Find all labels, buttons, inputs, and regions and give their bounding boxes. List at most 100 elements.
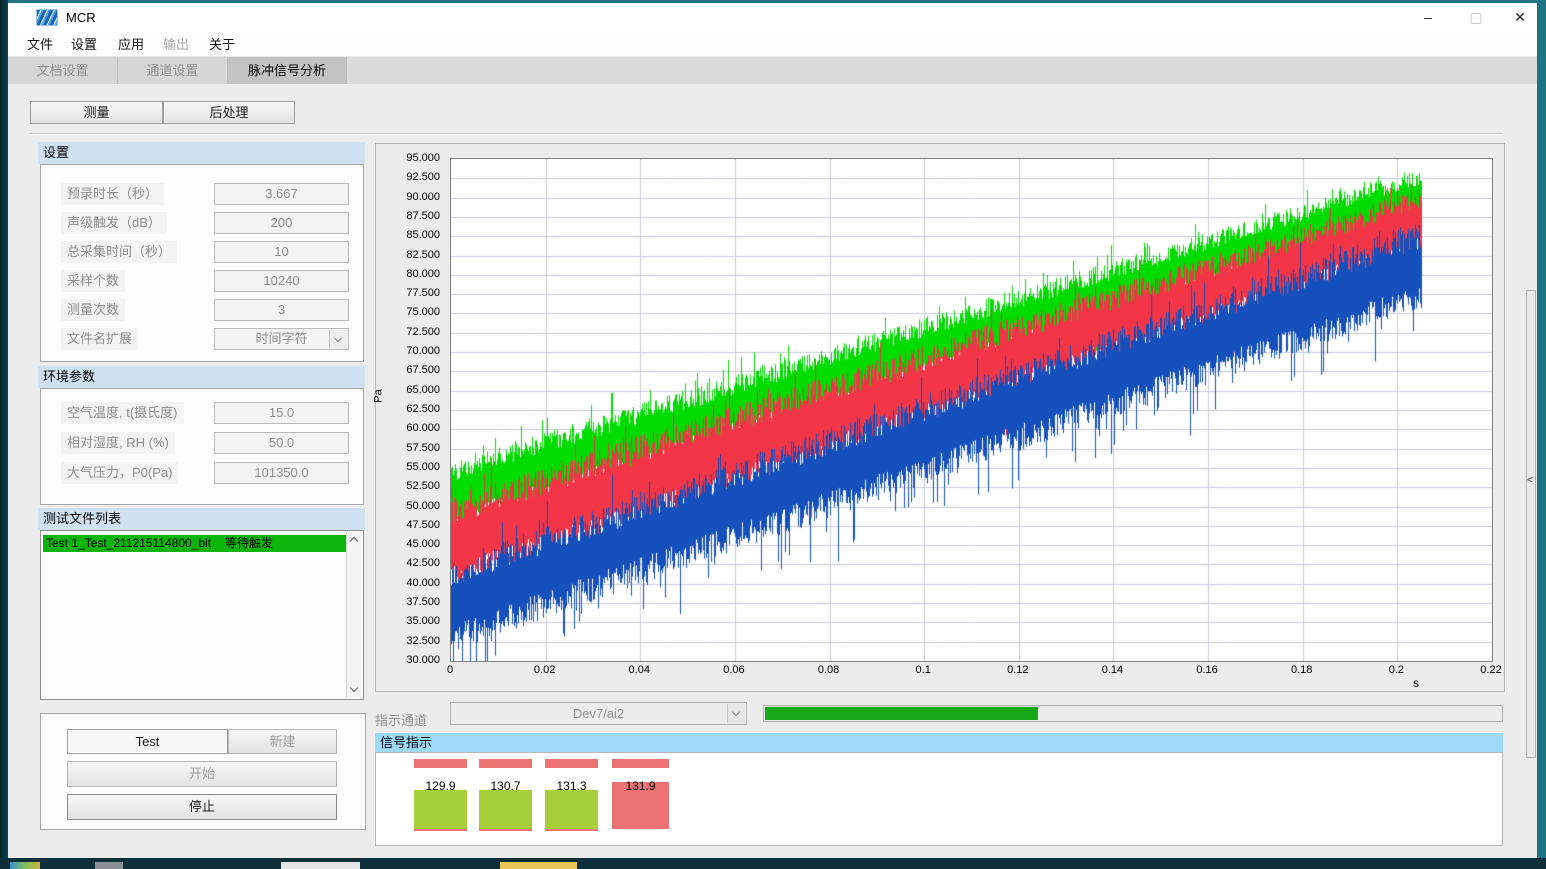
y-tick-label: 95.000 [406,152,440,164]
signal-level-block [479,790,532,829]
air-temp-label: 空气温度, t(摄氏度) [61,402,184,424]
filename-ext-label: 文件名扩展 [61,328,138,350]
y-tick-label: 85.000 [406,229,440,241]
tab-channel-settings[interactable]: 通道设置 [118,57,228,84]
maximize-button[interactable]: ▢ [1459,3,1493,32]
window-left-border [0,0,8,869]
collapse-panel-handle[interactable]: < [1526,290,1536,758]
close-button[interactable]: ✕ [1503,3,1537,32]
total-time-field[interactable]: 10 [214,241,349,263]
app-icon [36,9,58,26]
prerecord-label: 预录时长（秒） [61,183,164,205]
desktop: MCR – ▢ ✕ 文件 设置 应用 输出 关于 文档设置 通道设置 脉冲信号分… [0,0,1546,869]
y-tick-label: 77.500 [406,287,440,299]
taskbar-icon[interactable] [281,862,360,869]
signal-panel-title: 信号指示 [375,733,1503,752]
app-window: MCR – ▢ ✕ 文件 设置 应用 输出 关于 文档设置 通道设置 脉冲信号分… [8,3,1537,858]
x-tick-label: 0.1 [916,664,931,676]
signal-value: 131.3 [545,779,598,793]
threshold-marker [545,759,598,768]
y-tick-label: 40.000 [406,577,440,589]
test-name-button[interactable]: Test [67,729,228,754]
signal-indicator-1: 129.9 [414,753,467,847]
signal-indicator-4: 131.9 [612,753,669,847]
window-title: MCR [66,10,96,25]
x-tick-label: 0.08 [818,664,839,676]
chevron-down-icon[interactable] [727,704,745,723]
test-file-list[interactable]: Test 1_Test_211215114800_blt等待触发 [40,530,364,700]
y-tick-label: 52.500 [406,480,440,492]
postprocess-button[interactable]: 后处理 [163,101,295,124]
start-button[interactable]: 开始 [67,761,337,787]
taskbar-icon[interactable] [10,862,40,869]
y-tick-label: 70.000 [406,345,440,357]
measure-times-field[interactable]: 3 [214,299,349,321]
file-list-scrollbar[interactable] [346,532,362,698]
tab-strip: 文档设置 通道设置 脉冲信号分析 [8,57,1537,84]
y-tick-label: 72.500 [406,326,440,338]
acquisition-progress-bar [763,705,1503,722]
separator-line [30,133,1503,135]
signal-indicator-panel: 129.9 130.7 131.3 131.9 [375,752,1503,846]
total-time-label: 总采集时间（秒） [61,241,177,263]
y-tick-label: 90.000 [406,191,440,203]
list-item[interactable]: Test 1_Test_211215114800_blt等待触发 [43,535,346,552]
run-controls-box: Test 新建 开始 停止 [40,713,366,830]
tab-pulse-analysis[interactable]: 脉冲信号分析 [228,57,347,84]
menu-app[interactable]: 应用 [107,32,155,57]
humidity-field[interactable]: 50.0 [214,432,349,454]
chevron-down-icon[interactable] [329,330,347,348]
signal-value: 129.9 [414,779,467,793]
y-tick-label: 35.000 [406,615,440,627]
scroll-up-icon[interactable] [347,532,362,548]
pressure-field[interactable]: 101350.0 [214,462,349,484]
tab-doc-settings[interactable]: 文档设置 [8,57,118,84]
trigger-level-field[interactable]: 200 [214,212,349,234]
scroll-down-icon[interactable] [347,682,362,698]
signal-level-block [414,790,467,829]
filename-ext-value: 时间字符 [255,331,307,346]
stop-button[interactable]: 停止 [67,794,337,820]
y-tick-label: 87.500 [406,210,440,222]
filename-ext-dropdown[interactable]: 时间字符 [214,328,349,350]
new-button[interactable]: 新建 [228,729,337,754]
taskbar-icon[interactable] [500,862,577,869]
y-tick-label: 82.500 [406,249,440,261]
env-group-box: 空气温度, t(摄氏度) 15.0 相对湿度, RH (%) 50.0 大气压力… [40,388,364,505]
chart-panel: 95.00092.50090.00087.50085.00082.50080.0… [375,143,1505,692]
x-axis-label: s [1413,676,1419,690]
y-tick-label: 67.500 [406,364,440,376]
y-tick-label: 32.500 [406,635,440,647]
settings-group-box: 预录时长（秒） 3.667 声级触发（dB） 200 总采集时间（秒） 10 采… [40,164,364,362]
indicator-channel-dropdown[interactable]: Dev7/ai2 [450,702,747,725]
x-tick-label: 0.06 [723,664,744,676]
air-temp-field[interactable]: 15.0 [214,402,349,424]
y-tick-label: 50.000 [406,500,440,512]
menu-settings[interactable]: 设置 [60,32,108,57]
minimize-button[interactable]: – [1411,3,1445,32]
measure-times-label: 测量次数 [61,299,125,321]
menu-about[interactable]: 关于 [198,32,246,57]
humidity-label: 相对湿度, RH (%) [61,432,175,454]
measure-button[interactable]: 测量 [30,101,163,124]
menu-file[interactable]: 文件 [16,32,64,57]
signal-indicator-3: 131.3 [545,753,598,847]
prerecord-field[interactable]: 3.667 [214,183,349,205]
progress-fill [765,707,1038,720]
y-tick-label: 57.500 [406,442,440,454]
title-bar[interactable]: MCR – ▢ ✕ [8,3,1537,32]
menu-output[interactable]: 输出 [152,32,200,57]
taskbar-icon[interactable] [95,862,123,869]
threshold-marker [414,759,467,768]
y-tick-label: 75.000 [406,306,440,318]
x-tick-label: 0.14 [1102,664,1123,676]
signal-value: 131.9 [612,779,669,793]
sample-count-field[interactable]: 10240 [214,270,349,292]
x-tick-label: 0.02 [534,664,555,676]
env-group-title: 环境参数 [38,366,365,388]
trigger-level-label: 声级触发（dB） [61,212,167,234]
y-tick-label: 55.000 [406,461,440,473]
y-tick-label: 30.000 [406,654,440,666]
x-tick-label: 0.04 [629,664,650,676]
signal-level-block [545,790,598,829]
